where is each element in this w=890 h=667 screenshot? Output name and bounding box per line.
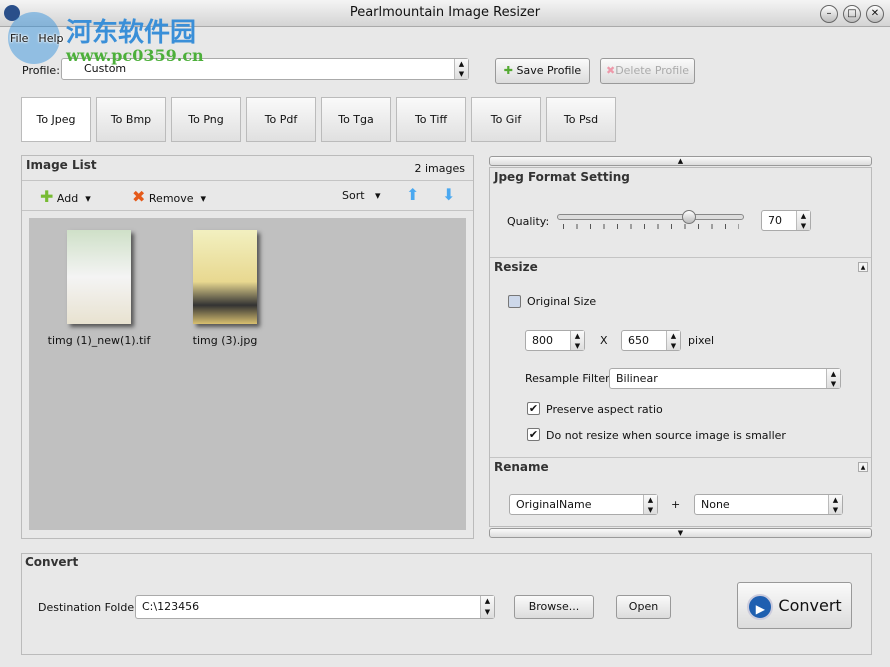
rename-suffix-select[interactable]: None ▲ ▼ [694,494,843,515]
window-title: Pearlmountain Image Resizer [349,5,541,20]
image-grid: timg (1)_new(1).tif timg (3).jpg [29,218,466,530]
tab-to-pdf[interactable]: To Pdf [246,97,316,142]
tab-to-psd[interactable]: To Psd [546,97,616,142]
collapse-icon[interactable]: ▲ [858,462,868,472]
close-button[interactable]: ✕ [866,5,884,23]
no-upscale-label: Do not resize when source image is small… [546,429,786,442]
width-spinner[interactable]: 800 ▲ ▼ [525,330,585,351]
menu-file[interactable]: File [10,32,28,45]
plus-icon: ✚ [40,187,54,206]
convert-button[interactable]: ▶ Convert [737,582,852,629]
move-down-icon[interactable]: ⬇ [442,185,455,204]
resize-title: Resize [494,260,538,274]
image-item[interactable]: timg (3).jpg [165,230,285,347]
play-icon: ▶ [747,593,774,620]
destination-label: Destination Folder: [38,601,143,614]
menu-help[interactable]: Help [38,32,63,45]
scroll-down-button[interactable]: ▼ [489,528,872,538]
rename-suffix-value: None [701,498,730,511]
plus-separator: + [671,498,681,511]
open-button[interactable]: Open [616,595,671,619]
delete-profile-label: Delete Profile [615,64,690,77]
sort-button[interactable]: Sort ▾ [342,189,381,202]
save-profile-button[interactable]: ✚ Save Profile [495,58,590,84]
delete-profile-button[interactable]: ✖Delete Profile [600,58,695,84]
convert-title: Convert [25,555,79,569]
original-size-checkbox[interactable] [508,295,521,308]
preserve-aspect-label: Preserve aspect ratio [546,403,663,416]
slider-ticks [563,224,739,229]
browse-button[interactable]: Browse... [514,595,594,619]
x-separator: X [600,334,608,347]
settings-panel: Jpeg Format Setting Quality: 70 ▲ ▼ Resize… [489,167,872,527]
preserve-aspect-checkbox[interactable]: ✔ [527,402,540,415]
quality-label: Quality: [507,215,550,228]
height-value: 650 [628,334,649,347]
quality-spinner[interactable]: 70 ▲ ▼ [761,210,811,231]
rename-prefix-value: OriginalName [516,498,592,511]
slider-thumb[interactable] [682,210,696,224]
destination-value: C:\123456 [142,600,200,613]
menu-bar: File Help [0,27,300,51]
move-up-icon[interactable]: ⬆ [406,185,419,204]
plus-icon: ✚ [503,64,513,77]
quality-slider[interactable] [557,210,744,224]
dropdown-arrow-icon: ▲ ▼ [454,59,468,79]
scroll-up-button[interactable]: ▲ [489,156,872,166]
height-spinner[interactable]: 650 ▲ ▼ [621,330,681,351]
tab-to-tga[interactable]: To Tga [321,97,391,142]
delete-icon: ✖ [605,64,616,77]
tab-to-png[interactable]: To Png [171,97,241,142]
image-name: timg (1)_new(1).tif [47,334,151,347]
collapse-icon[interactable]: ▲ [858,262,868,272]
no-upscale-checkbox[interactable]: ✔ [527,428,540,441]
width-value: 800 [532,334,553,347]
image-name: timg (3).jpg [192,334,258,347]
profile-label: Profile: [22,64,60,77]
convert-panel: Convert Destination Folder: C:\123456 ▲ ▼ … [21,553,872,655]
resample-filter-label: Resample Filter: [525,372,614,385]
image-count: 2 images [414,162,466,175]
image-item[interactable]: timg (1)_new(1).tif [39,230,159,347]
rename-prefix-select[interactable]: OriginalName ▲ ▼ [509,494,658,515]
image-list-title: Image List [26,158,97,172]
remove-button[interactable]: ✖ Remove ▾ [132,187,206,206]
remove-label: Remove [148,192,194,205]
rename-title: Rename [494,460,549,474]
sort-label: Sort [342,189,365,202]
tab-to-tiff[interactable]: To Tiff [396,97,466,142]
save-profile-label: Save Profile [516,64,582,77]
tab-to-jpeg[interactable]: To Jpeg [21,97,91,142]
jpeg-settings-title: Jpeg Format Setting [494,170,630,184]
original-size-label: Original Size [527,295,597,308]
pixel-unit: pixel [688,334,715,347]
convert-label: Convert [778,596,842,615]
add-button[interactable]: ✚ Add ▾ [40,187,91,206]
image-list-panel: Image List 2 images ✚ Add ▾ ✖ Remove ▾ S… [21,155,474,539]
quality-value: 70 [768,214,782,227]
image-thumbnail [193,230,257,324]
destination-folder-input[interactable]: C:\123456 ▲ ▼ [135,595,495,619]
tab-to-gif[interactable]: To Gif [471,97,541,142]
image-thumbnail [67,230,131,324]
resample-filter-value: Bilinear [616,372,658,385]
remove-icon: ✖ [132,187,146,206]
resample-filter-select[interactable]: Bilinear ▲ ▼ [609,368,841,389]
tab-to-bmp[interactable]: To Bmp [96,97,166,142]
maximize-button[interactable]: □ [843,5,861,23]
add-label: Add [56,192,79,205]
minimize-button[interactable]: – [820,5,838,23]
